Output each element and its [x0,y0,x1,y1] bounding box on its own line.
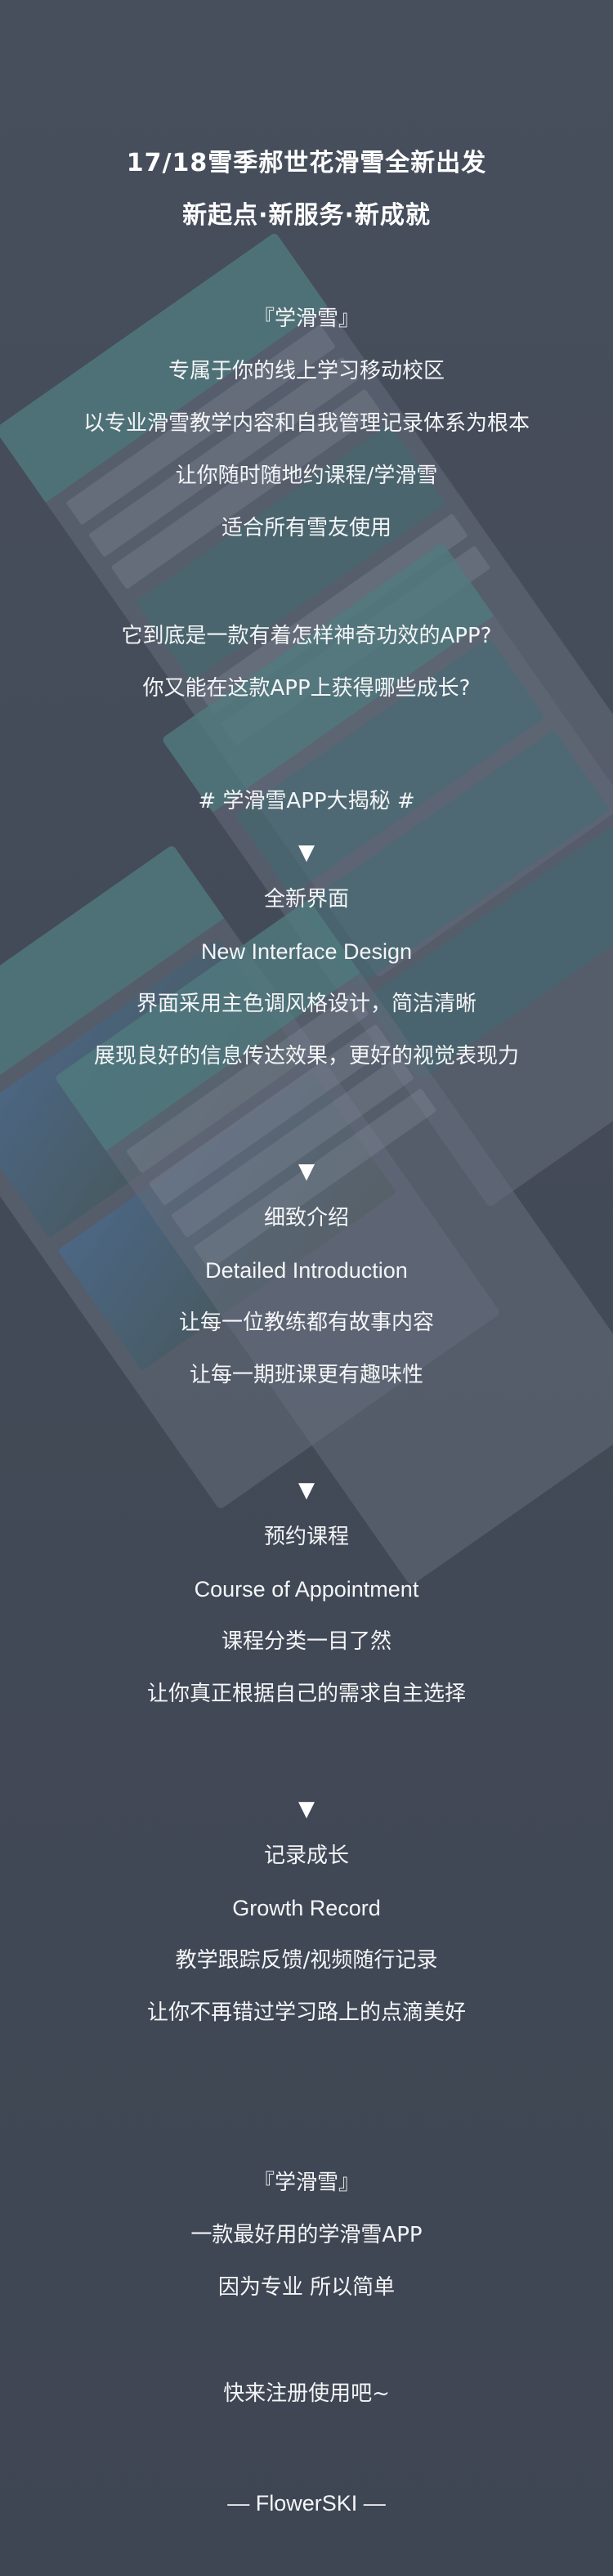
section-desc: 让每一位教练都有故事内容 [178,1310,434,1335]
intro-line: 以专业滑雪教学内容和自我管理记录体系为根本 [83,411,530,436]
page-subtitle: 新起点·新服务·新成就 [182,201,431,230]
header: 17/18雪季郝世花滑雪全新出发 新起点·新服务·新成就 [0,137,613,242]
outro-line: 因为专业 所以简单 [217,2275,396,2300]
intro: 『学滑雪』 专属于你的线上学习移动校区 以专业滑雪教学内容和自我管理记录体系为根… [0,293,613,554]
call-to-action: 快来注册使用吧~ [0,2368,613,2420]
signature-text: — FlowerSKI — [227,2491,386,2516]
down-arrow-icon: ▼ [298,1797,315,1821]
signature: — FlowerSKI — [0,2477,613,2529]
down-arrow-icon: ▼ [298,1159,315,1184]
down-arrow-icon: ▼ [298,1478,315,1503]
question-line: 你又能在这款APP上获得哪些成长? [142,676,471,701]
section-desc: 让你不再错过学习路上的点滴美好 [146,2000,466,2025]
intro-line: 『学滑雪』 [253,307,360,331]
section-desc: 界面采用主色调风格设计，简洁清晰 [136,992,477,1016]
section-growth-record: ▼ 记录成长 Growth Record 教学跟踪反馈/视频随行记录 让你不再错… [0,1789,613,2039]
cta-text: 快来注册使用吧~ [223,2381,390,2406]
section-desc: 课程分类一目了然 [221,1629,392,1654]
question-line: 它到底是一款有着怎样神奇功效的APP? [121,624,492,648]
outro-line: 『学滑雪』 [253,2171,360,2195]
question: 它到底是一款有着怎样神奇功效的APP? 你又能在这款APP上获得哪些成长? [0,610,613,715]
section-title: 预约课程 [263,1525,349,1549]
section-detailed-intro: ▼ 细致介绍 Detailed Introduction 让每一位教练都有故事内… [0,1151,613,1401]
intro-line: 适合所有雪友使用 [221,516,392,540]
reveal-heading: # 学滑雪APP大揭秘 # [198,789,415,813]
intro-line: 让你随时随地约课程/学滑雪 [175,464,438,488]
outro: 『学滑雪』 一款最好用的学滑雪APP 因为专业 所以简单 [0,2157,613,2314]
outro-line: 一款最好用的学滑雪APP [190,2223,423,2247]
section-desc: 展现良好的信息传达效果，更好的视觉表现力 [93,1044,519,1068]
section-desc: 教学跟踪反馈/视频随行记录 [175,1948,438,1973]
section-title: 记录成长 [263,1844,349,1868]
section-subtitle: New Interface Design [200,939,413,964]
section-course-appointment: ▼ 预约课程 Course of Appointment 课程分类一目了然 让你… [0,1470,613,1720]
page: 17/18雪季郝世花滑雪全新出发 新起点·新服务·新成就 『学滑雪』 专属于你的… [0,0,613,2576]
section-title: 细致介绍 [263,1206,349,1230]
section-desc: 让你真正根据自己的需求自主选择 [146,1682,466,1706]
intro-line: 专属于你的线上学习移动校区 [168,359,445,383]
section-new-interface: ▼ 全新界面 New Interface Design 界面采用主色调风格设计，… [0,832,613,1082]
reveal: # 学滑雪APP大揭秘 # [0,775,613,827]
down-arrow-icon: ▼ [298,840,315,865]
page-title: 17/18雪季郝世花滑雪全新出发 [126,149,487,177]
section-subtitle: Detailed Introduction [205,1258,408,1283]
section-subtitle: Growth Record [232,1896,381,1920]
section-subtitle: Course of Appointment [194,1577,419,1602]
section-desc: 让每一期班课更有趣味性 [189,1363,423,1387]
section-title: 全新界面 [263,887,349,912]
